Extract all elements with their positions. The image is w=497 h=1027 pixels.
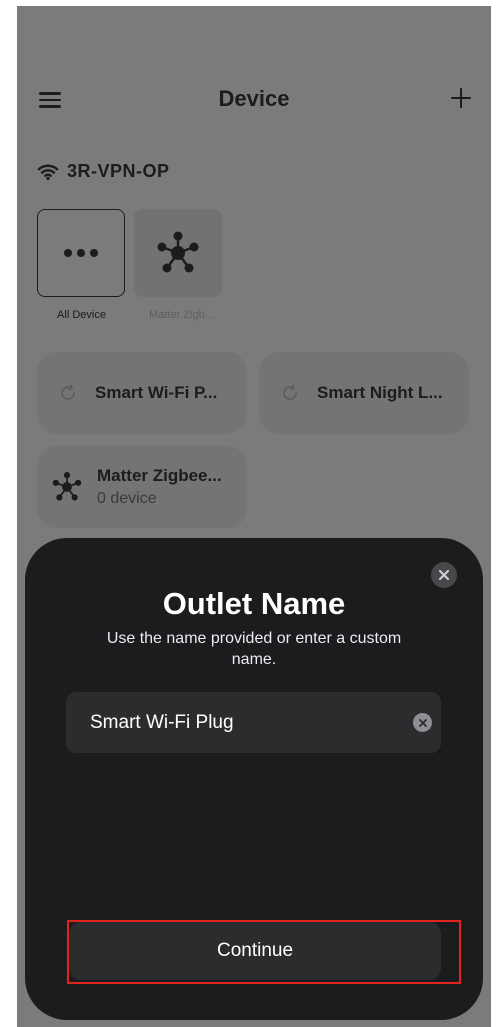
- network-indicator: 3R-VPN-OP: [37, 161, 170, 182]
- device-name: Matter Zigbee...: [97, 466, 222, 485]
- device-card-smart-wifi-plug[interactable]: Smart Wi-Fi P...: [37, 352, 247, 434]
- device-card-matter-zigbee[interactable]: Matter Zigbee... 0 device: [37, 446, 247, 528]
- category-matter-zigbee[interactable]: [134, 209, 222, 297]
- refresh-icon: [61, 384, 75, 400]
- close-button[interactable]: [431, 562, 457, 588]
- network-name: 3R-VPN-OP: [67, 161, 170, 181]
- category-all-device[interactable]: [37, 209, 125, 297]
- outlet-name-field[interactable]: [66, 692, 441, 753]
- clear-text-button[interactable]: [413, 713, 432, 732]
- device-name: Smart Night L...: [317, 383, 443, 402]
- sheet-subtitle: Use the name provided or enter a custom …: [106, 630, 402, 668]
- sheet-title: Outlet Name: [162, 586, 346, 621]
- clear-icon: [418, 718, 427, 727]
- app-screen: Device 3R-VPN-OP All Device Matter Zigb.…: [17, 6, 491, 1027]
- network-hub-icon: [157, 231, 199, 273]
- category-label-matter: Matter Zigb...: [149, 309, 214, 321]
- category-label-all-device: All Device: [57, 309, 106, 321]
- more-dots-icon: [64, 249, 98, 257]
- device-count: 0 device: [97, 490, 157, 507]
- continue-button[interactable]: Continue: [69, 922, 441, 980]
- refresh-icon: [283, 384, 297, 400]
- outlet-name-sheet: Outlet Name Use the name provided or ent…: [25, 538, 483, 1020]
- add-icon[interactable]: [449, 86, 473, 110]
- page-title: Device: [218, 86, 290, 111]
- network-hub-icon: [52, 472, 82, 501]
- outlet-name-input[interactable]: [90, 692, 390, 753]
- device-name: Smart Wi-Fi P...: [95, 383, 218, 402]
- device-card-smart-night-light[interactable]: Smart Night L...: [259, 352, 469, 434]
- wifi-icon: [37, 164, 59, 180]
- close-icon: [439, 570, 449, 580]
